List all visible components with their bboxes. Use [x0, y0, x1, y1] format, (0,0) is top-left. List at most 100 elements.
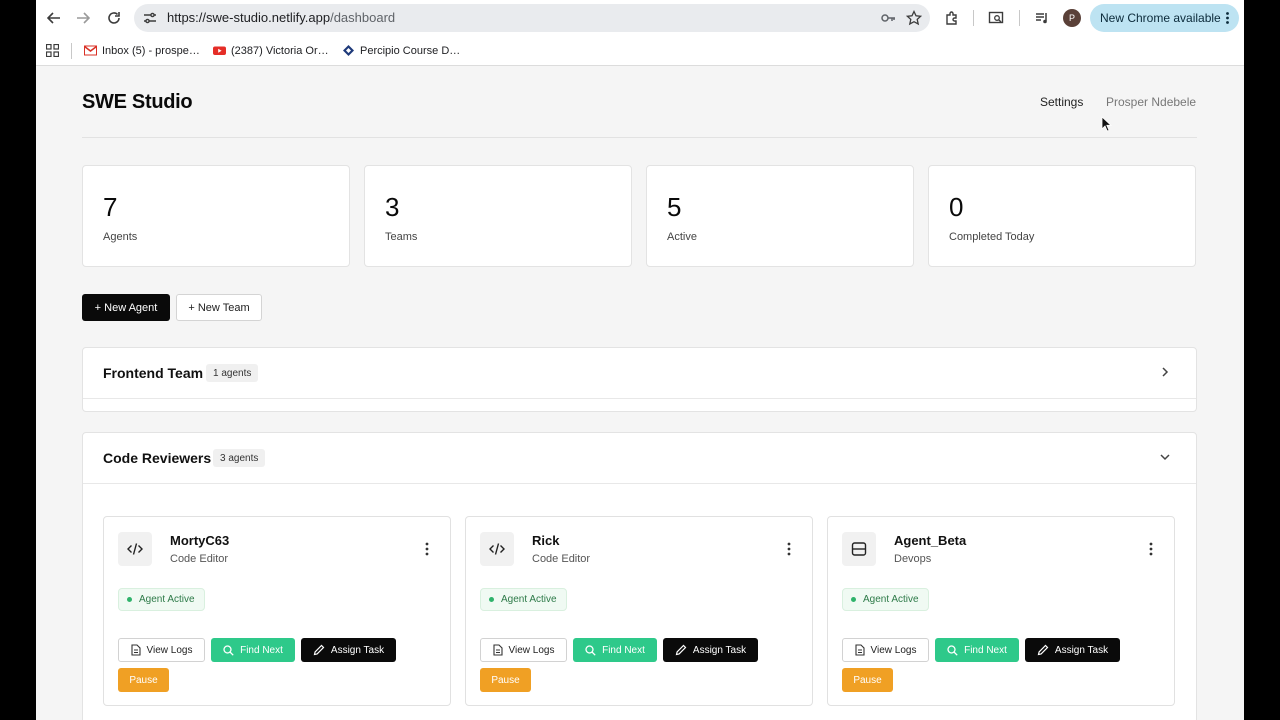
bookmarks-bar: Inbox (5) - prospe… (2387) Victoria Or… …	[36, 36, 1244, 66]
status-badge: Agent Active	[118, 588, 205, 611]
server-icon	[851, 542, 867, 556]
view-logs-button[interactable]: View Logs	[842, 638, 929, 662]
apps-grid-icon[interactable]	[46, 44, 59, 57]
stat-label: Completed Today	[949, 231, 1035, 243]
bookmark-gmail[interactable]: Inbox (5) - prospe…	[84, 44, 200, 57]
find-next-button[interactable]: Find Next	[935, 638, 1019, 662]
view-logs-button[interactable]: View Logs	[118, 638, 205, 662]
button-label: View Logs	[870, 644, 917, 656]
more-options-icon[interactable]	[1146, 541, 1156, 557]
more-menu-icon[interactable]	[1226, 12, 1229, 24]
agent-role: Code Editor	[532, 553, 591, 565]
agent-type-badge	[842, 532, 876, 566]
bookmark-youtube[interactable]: (2387) Victoria Or…	[213, 44, 329, 57]
pause-button[interactable]: Pause	[118, 668, 169, 692]
search-icon	[585, 644, 596, 656]
browser-toolbar: https://swe-studio.netlify.app/dashboard…	[36, 0, 1244, 36]
agent-type-badge	[480, 532, 514, 566]
url-path: /dashboard	[330, 10, 396, 25]
code-icon	[489, 543, 505, 555]
address-bar[interactable]: https://swe-studio.netlify.app/dashboard	[134, 4, 930, 32]
media-controls-icon[interactable]	[1032, 8, 1052, 28]
agent-name: Agent_Beta	[894, 533, 967, 548]
bookmark-star-icon[interactable]	[906, 10, 922, 26]
bookmark-percipio[interactable]: Percipio Course D…	[342, 44, 460, 57]
assign-task-button[interactable]: Assign Task	[663, 638, 758, 662]
team-panel-frontend: Frontend Team 1 agents	[82, 347, 1197, 412]
team-header[interactable]: Code Reviewers 3 agents	[83, 433, 1196, 483]
chevron-right-icon[interactable]	[1158, 365, 1172, 379]
search-icon	[947, 644, 958, 656]
team-divider	[83, 483, 1196, 484]
settings-link[interactable]: Settings	[1040, 95, 1083, 109]
status-dot	[851, 597, 856, 602]
find-next-button[interactable]: Find Next	[211, 638, 295, 662]
back-icon[interactable]	[44, 8, 64, 28]
button-label: Find Next	[240, 644, 283, 656]
agent-card: Agent_Beta Devops Agent Active View Logs…	[827, 516, 1175, 706]
team-divider	[83, 398, 1196, 399]
mouse-pointer-icon	[1101, 116, 1113, 132]
url-text: https://swe-studio.netlify.app/dashboard	[167, 10, 395, 25]
bookmarks-divider	[71, 43, 72, 59]
pause-button[interactable]: Pause	[480, 668, 531, 692]
app-page: SWE Studio Settings Prosper Ndebele 7 Ag…	[36, 67, 1244, 720]
document-icon	[492, 644, 503, 656]
stat-value: 7	[103, 192, 118, 222]
button-label: Assign Task	[1054, 644, 1109, 656]
browser-window: https://swe-studio.netlify.app/dashboard…	[36, 0, 1244, 720]
assign-task-button[interactable]: Assign Task	[1025, 638, 1120, 662]
team-header[interactable]: Frontend Team 1 agents	[83, 348, 1196, 398]
search-icon	[223, 644, 234, 656]
profile-avatar[interactable]: P	[1063, 9, 1081, 27]
gmail-icon	[84, 45, 97, 56]
status-dot	[489, 597, 494, 602]
chrome-update-label: New Chrome available	[1100, 11, 1221, 25]
assign-task-button[interactable]: Assign Task	[301, 638, 396, 662]
document-icon	[130, 644, 141, 656]
agent-card: MortyC63 Code Editor Agent Active View L…	[103, 516, 451, 706]
chevron-down-icon[interactable]	[1158, 450, 1172, 464]
team-panel-code-reviewers: Code Reviewers 3 agents MortyC63 Code Ed…	[82, 432, 1197, 720]
document-icon	[854, 644, 865, 656]
new-agent-button[interactable]: + New Agent	[82, 294, 170, 321]
button-label: View Logs	[508, 644, 555, 656]
key-icon[interactable]	[880, 10, 896, 26]
bookmark-label: (2387) Victoria Or…	[231, 44, 329, 57]
stat-card-teams: 3 Teams	[364, 165, 632, 267]
pencil-icon	[675, 644, 687, 656]
agent-card: Rick Code Editor Agent Active View Logs …	[465, 516, 813, 706]
forward-icon[interactable]	[73, 8, 93, 28]
pencil-icon	[313, 644, 325, 656]
percipio-icon	[343, 45, 354, 56]
agent-name: Rick	[532, 533, 560, 548]
site-info-icon[interactable]	[142, 10, 158, 26]
team-agent-count: 1 agents	[206, 364, 259, 382]
status-label: Agent Active	[863, 594, 919, 605]
user-name[interactable]: Prosper Ndebele	[1106, 95, 1196, 109]
stat-card-completed-today: 0 Completed Today	[928, 165, 1196, 267]
stat-value: 0	[949, 192, 964, 222]
toolbar-divider	[1019, 10, 1020, 26]
find-next-button[interactable]: Find Next	[573, 638, 657, 662]
tab-search-icon[interactable]	[986, 8, 1006, 28]
pause-button[interactable]: Pause	[842, 668, 893, 692]
team-agent-count: 3 agents	[213, 449, 266, 467]
stat-card-active: 5 Active	[646, 165, 914, 267]
more-options-icon[interactable]	[784, 541, 794, 557]
pencil-icon	[1037, 644, 1049, 656]
more-options-icon[interactable]	[422, 541, 432, 557]
bookmark-label: Percipio Course D…	[360, 44, 461, 57]
new-team-button[interactable]: + New Team	[176, 294, 262, 321]
button-label: Assign Task	[692, 644, 747, 656]
view-logs-button[interactable]: View Logs	[480, 638, 567, 662]
agent-type-badge	[118, 532, 152, 566]
bookmark-label: Inbox (5) - prospe…	[102, 44, 200, 57]
youtube-icon	[213, 46, 226, 55]
url-host: https://swe-studio.netlify.app	[167, 10, 331, 25]
team-name: Frontend Team	[103, 365, 204, 381]
reload-icon[interactable]	[104, 8, 124, 28]
chrome-update-button[interactable]: New Chrome available	[1090, 4, 1239, 32]
extensions-icon[interactable]	[942, 8, 962, 28]
status-label: Agent Active	[501, 594, 557, 605]
